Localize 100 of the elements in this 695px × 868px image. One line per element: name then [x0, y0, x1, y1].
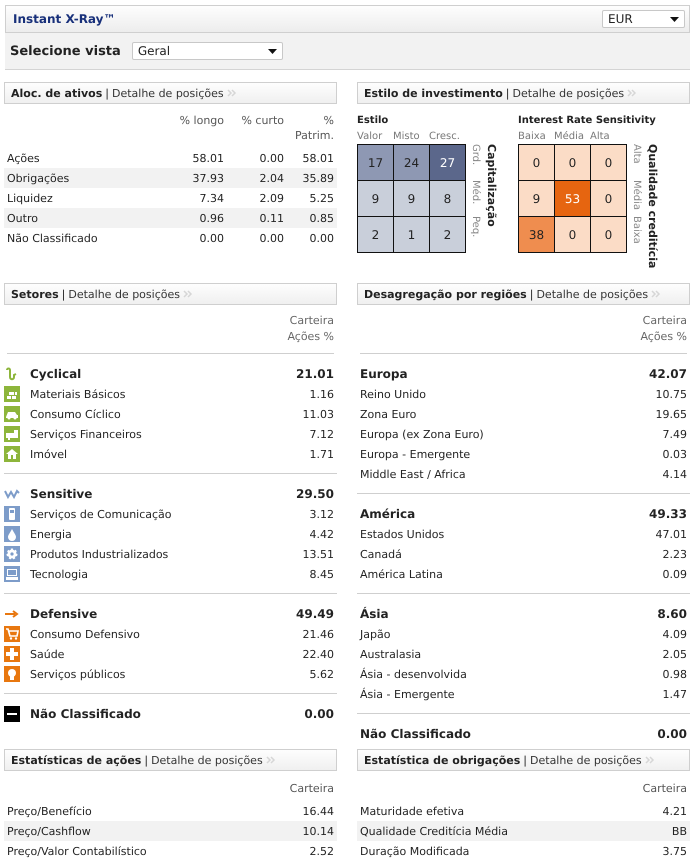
item-value: 7.12: [310, 428, 334, 440]
asset-value: 0.96: [198, 212, 224, 224]
style-cell: 0: [555, 217, 590, 252]
style-cell: 24: [394, 145, 429, 180]
separator: |: [62, 288, 66, 300]
separator: |: [105, 86, 109, 100]
asset-value: 7.34: [198, 192, 224, 204]
column-header: Carteira: [642, 782, 687, 795]
asset-value: 2.09: [258, 192, 284, 204]
group-name: Defensive: [30, 607, 98, 621]
column-header: Ações %: [287, 329, 334, 345]
app-title: Instant X-Ray™: [13, 12, 116, 26]
item-name: Consumo Defensivo: [30, 628, 141, 640]
column-header: % Patrim.: [294, 113, 334, 143]
stat-name: Duração Modificada: [360, 844, 470, 858]
holdings-link[interactable]: Detalhe de posições: [536, 288, 648, 300]
column-header: Carteira: [290, 313, 334, 329]
item-name: Estados Unidos: [360, 528, 446, 540]
item-value: 1.47: [662, 688, 687, 700]
style-cell: 9: [394, 181, 429, 216]
chevron-icon: [627, 89, 638, 97]
holdings-link[interactable]: Detalhe de posições: [530, 754, 642, 766]
item-value: 11.03: [302, 408, 334, 420]
asset-value: 58.01: [302, 152, 334, 164]
style-cell: 53: [555, 181, 590, 216]
item-name: Tecnologia: [30, 568, 89, 580]
chevron-icon: [266, 756, 276, 764]
group-value: 21.01: [296, 367, 334, 381]
group-value: 42.07: [649, 367, 687, 381]
stat-name: Qualidade Creditícia Média: [360, 824, 508, 838]
row-label: Baixa: [631, 216, 642, 246]
asset-value: 5.25: [308, 192, 334, 204]
holdings-link[interactable]: Detalhe de posições: [512, 86, 624, 100]
stat-value: BB: [672, 824, 687, 838]
item-name: Materiais Básicos: [30, 388, 126, 400]
column-label: Baixa: [518, 130, 547, 142]
column-header: Ações %: [640, 329, 687, 345]
item-value: 1.16: [310, 388, 334, 400]
item-name: Saúde: [30, 648, 66, 660]
column-label: Cresc.: [429, 130, 461, 142]
item-value: 3.12: [310, 508, 334, 520]
item-value: 4.09: [662, 628, 687, 640]
separator: |: [144, 754, 148, 766]
asset-value: 0.00: [258, 152, 284, 164]
style-cell: 0: [591, 217, 626, 252]
item-value: 7.49: [662, 428, 687, 440]
column-label: Média: [554, 130, 586, 142]
asset-value: 0.00: [308, 232, 334, 244]
item-value: 13.51: [302, 548, 334, 560]
column-label: Misto: [393, 130, 421, 142]
group-name: Não Classificado: [360, 727, 472, 741]
asset-value: 58.01: [192, 152, 224, 164]
stat-value: 2.52: [310, 844, 334, 858]
group-value: 29.50: [296, 487, 334, 501]
style-cell: 0: [591, 145, 626, 180]
asset-name: Liquidez: [7, 192, 54, 204]
column-label: Valor: [357, 130, 384, 142]
item-value: 0.03: [662, 448, 687, 460]
axis-label: Qualidade creditícia: [646, 144, 659, 268]
item-name: Ásia - desenvolvida: [360, 668, 468, 680]
view-label: Selecione vista: [10, 44, 121, 58]
chevron-icon: [644, 756, 655, 764]
item-value: 2.05: [662, 648, 687, 660]
panel-title: Estatísticas de ações: [11, 754, 142, 766]
item-value: 21.46: [302, 628, 334, 640]
view-dropdown[interactable]: Geral: [132, 42, 283, 60]
axis-label: Capitalização: [485, 144, 498, 227]
style-cell: 2: [358, 217, 393, 252]
panel-title: Aloc. de ativos: [11, 86, 102, 100]
asset-name: Não Classificado: [7, 232, 99, 244]
currency-dropdown[interactable]: EUR: [602, 10, 685, 28]
group-value: 8.60: [657, 607, 687, 621]
item-name: Serviços de Comunicação: [30, 508, 173, 520]
item-value: 4.14: [662, 468, 687, 480]
item-value: 22.40: [302, 648, 334, 660]
style-cell: 9: [519, 181, 554, 216]
panel-title: Estilo de investimento: [364, 86, 503, 100]
group-value: 49.49: [296, 607, 334, 621]
item-name: Canadá: [360, 548, 403, 560]
column-label: Alta: [590, 130, 611, 142]
style-cell: 0: [555, 145, 590, 180]
caret-icon: [670, 16, 679, 22]
item-value: 10.75: [656, 388, 687, 400]
holdings-link[interactable]: Detalhe de posições: [68, 288, 180, 300]
holdings-link[interactable]: Detalhe de posições: [112, 86, 224, 100]
asset-value: 35.89: [302, 172, 334, 184]
group-name: Cyclical: [30, 367, 82, 381]
item-value: 8.45: [310, 568, 334, 580]
stat-value: 10.14: [302, 824, 334, 838]
item-name: Consumo Cíclico: [30, 408, 122, 420]
stat-value: 3.75: [662, 844, 687, 858]
style-cell: 38: [519, 217, 554, 252]
item-name: Serviços Financeiros: [30, 428, 143, 440]
group-value: 0.00: [304, 707, 334, 721]
item-value: 0.98: [662, 668, 687, 680]
item-name: Produtos Industrializados: [30, 548, 170, 560]
item-name: Middle East / Africa: [360, 468, 467, 480]
holdings-link[interactable]: Detalhe de posições: [151, 754, 263, 766]
item-name: Imóvel: [30, 448, 68, 460]
panel-title: Desagregação por regiões: [364, 288, 527, 300]
